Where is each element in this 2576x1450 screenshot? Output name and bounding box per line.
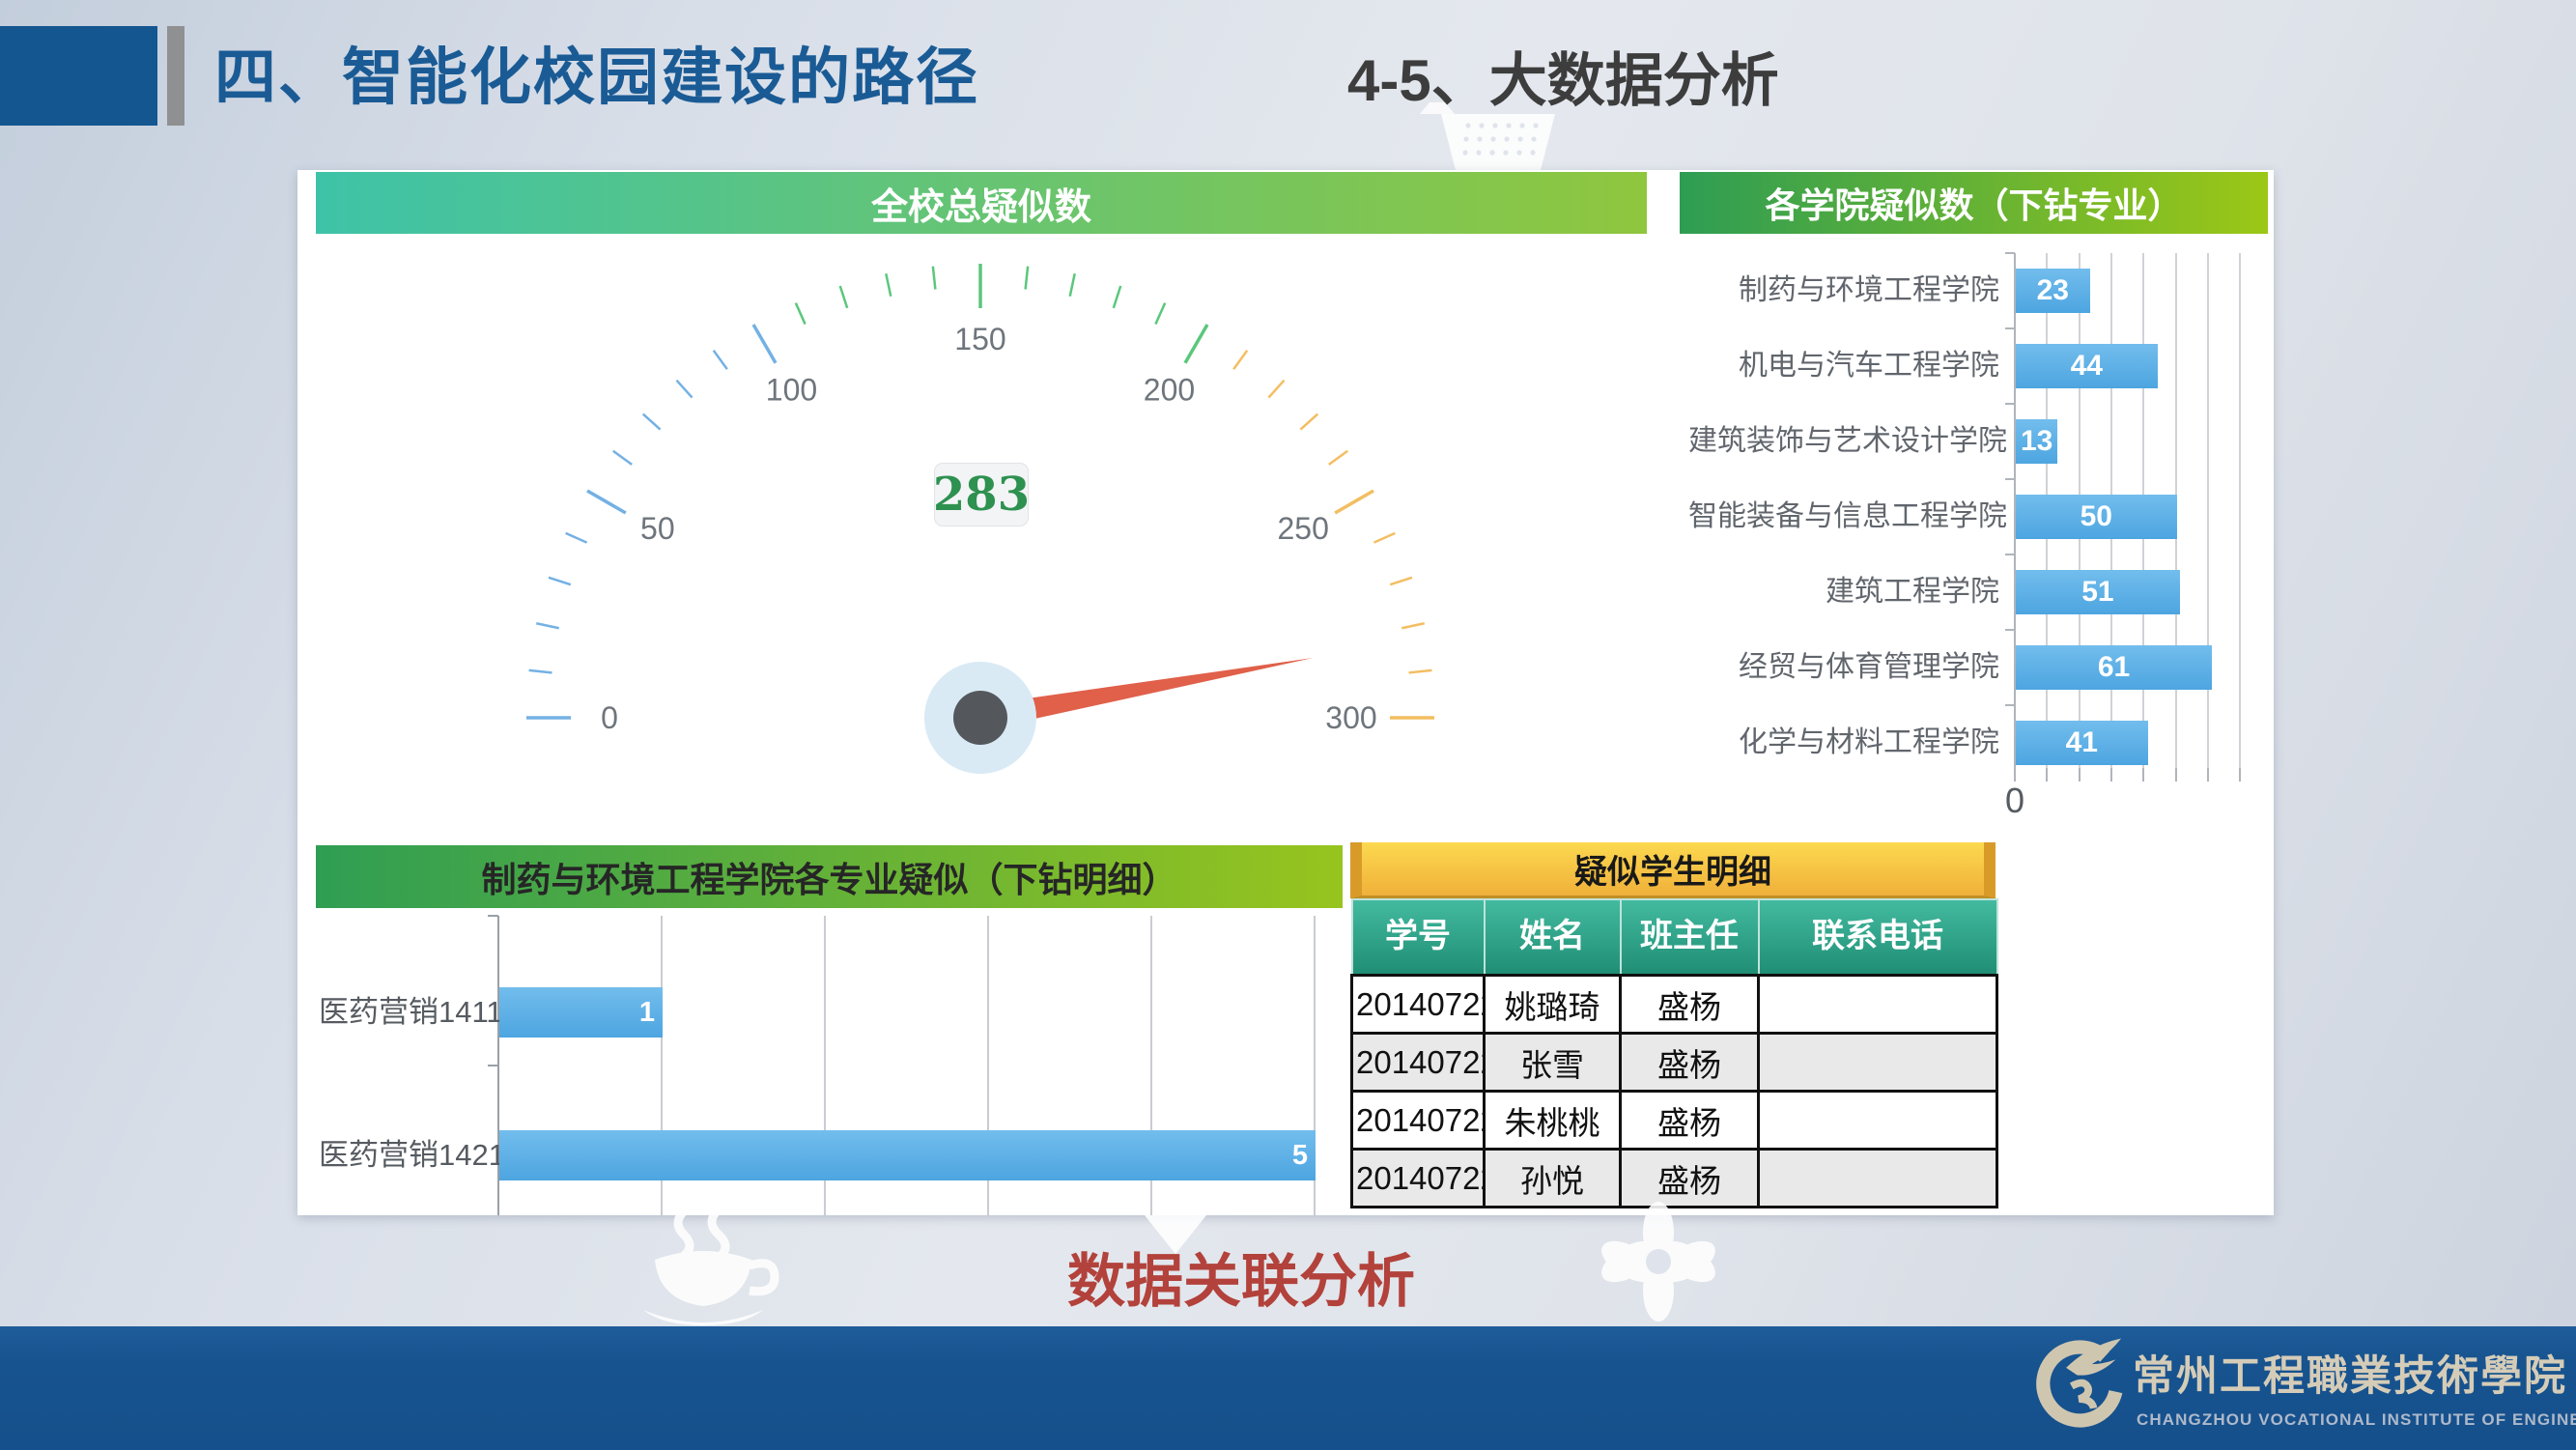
student-table-title: 疑似学生明细 [1350, 842, 1996, 898]
gauge-minor-tick [566, 533, 587, 543]
gauge-value-box: 283 [934, 463, 1029, 526]
gauge-minor-tick [1390, 578, 1412, 584]
table-cell: 2014072215 [1352, 976, 1485, 1034]
gauge-minor-tick [714, 351, 727, 369]
coffee-cup-icon [626, 1209, 829, 1325]
gauge-major-tick [587, 491, 626, 513]
student-table: 学号姓名班主任联系电话 2014072215姚璐琦盛杨2014072219张雪盛… [1350, 898, 1998, 1208]
gauge-value: 283 [933, 468, 1030, 522]
student-table-body: 2014072215姚璐琦盛杨2014072219张雪盛杨2014072222朱… [1352, 976, 1997, 1208]
gauge-minor-tick [1401, 623, 1424, 628]
school-name-en: CHANGZHOU VOCATIONAL INSTITUTE OF ENGINE… [2137, 1408, 2562, 1432]
gauge-minor-tick [536, 623, 558, 628]
major-panel-title-text: 制药与环境工程学院各专业疑似（下钻明细） [481, 852, 1176, 902]
header-accent-square [0, 26, 157, 126]
gauge-minor-tick [1026, 267, 1029, 290]
gauge-minor-tick [677, 381, 693, 398]
flower-icon [1576, 1198, 1741, 1325]
gauge-minor-tick [933, 267, 936, 290]
table-cell: 2014072219 [1352, 1034, 1485, 1092]
table-cell [1759, 1150, 1997, 1208]
major-panel-title: 制药与环境工程学院各专业疑似（下钻明细） [316, 845, 1343, 908]
table-cell [1759, 1034, 1997, 1092]
table-cell: 2014072222 [1352, 1092, 1485, 1150]
table-cell [1759, 1092, 1997, 1150]
gauge-tick-label: 100 [766, 373, 817, 408]
table-row: 2014072222朱桃桃盛杨 [1352, 1092, 1997, 1150]
gauge-panel-title-text: 全校总疑似数 [871, 177, 1091, 230]
gauge-minor-tick [1300, 414, 1317, 430]
student-table-title-text: 疑似学生明细 [1574, 845, 1771, 893]
table-cell: 盛杨 [1621, 1092, 1759, 1150]
college-panel-title-text: 各学院疑似数（下钻专业） [1765, 178, 2182, 228]
gauge-tick-label: 50 [640, 511, 675, 546]
slide: 四、智能化校园建设的路径 4-5、大数据分析 全校总疑似数 0501001502… [0, 0, 2576, 1450]
student-table-header-cell: 联系电话 [1759, 899, 1997, 976]
table-cell [1759, 976, 1997, 1034]
table-cell: 2014072210 [1352, 1150, 1485, 1208]
table-row: 2014072219张雪盛杨 [1352, 1034, 1997, 1092]
gauge-major-tick [1335, 491, 1373, 513]
gauge-tick-label: 200 [1144, 373, 1195, 408]
table-cell: 盛杨 [1621, 1034, 1759, 1092]
gauge-minor-tick [643, 414, 661, 430]
gauge-panel-title: 全校总疑似数 [316, 172, 1647, 234]
gauge-minor-tick [1329, 451, 1347, 465]
student-table-header-cell: 班主任 [1621, 899, 1759, 976]
gauge-hub [953, 691, 1007, 745]
gauge-minor-tick [840, 286, 847, 308]
gauge-minor-tick [529, 670, 552, 673]
shopping-cart-icon [1412, 97, 1576, 174]
slide-title: 四、智能化校园建设的路径 [214, 29, 1325, 126]
table-cell: 盛杨 [1621, 976, 1759, 1034]
table-cell: 姚璐琦 [1485, 976, 1621, 1034]
gauge-minor-tick [1409, 670, 1432, 673]
gauge-tick-label: 250 [1277, 511, 1328, 546]
school-logo-icon [2031, 1336, 2123, 1433]
table-row: 2014072215姚璐琦盛杨 [1352, 976, 1997, 1034]
gauge-minor-tick [886, 273, 891, 296]
slide-caption: 数据关联分析 [966, 1244, 1516, 1320]
gauge-minor-tick [1155, 303, 1165, 325]
table-cell: 张雪 [1485, 1034, 1621, 1092]
student-table-header-cell: 姓名 [1485, 899, 1621, 976]
gauge-tick-label: 300 [1325, 700, 1376, 735]
gauge-major-tick [1185, 325, 1207, 363]
gauge-minor-tick [1114, 286, 1120, 308]
gauge-minor-tick [1233, 351, 1247, 369]
down-arrow-icon [1145, 1215, 1206, 1254]
student-table-header-row: 学号姓名班主任联系电话 [1352, 899, 1997, 976]
student-table-header-cell: 学号 [1352, 899, 1485, 976]
gauge-tick-label: 0 [601, 700, 618, 735]
header-accent-bar [167, 26, 184, 126]
gauge-tick-label: 150 [954, 322, 1005, 356]
gauge-minor-tick [1070, 273, 1075, 296]
table-cell: 朱桃桃 [1485, 1092, 1621, 1150]
gauge-minor-tick [1373, 533, 1395, 543]
gauge-major-tick [753, 325, 776, 363]
gauge-minor-tick [613, 451, 632, 465]
school-name-cn: 常州工程職業技術學院 [2133, 1349, 2548, 1405]
gauge-minor-tick [1268, 381, 1284, 398]
gauge-minor-tick [796, 303, 806, 325]
college-panel-title: 各学院疑似数（下钻专业） [1680, 172, 2268, 234]
gauge-minor-tick [549, 578, 571, 584]
